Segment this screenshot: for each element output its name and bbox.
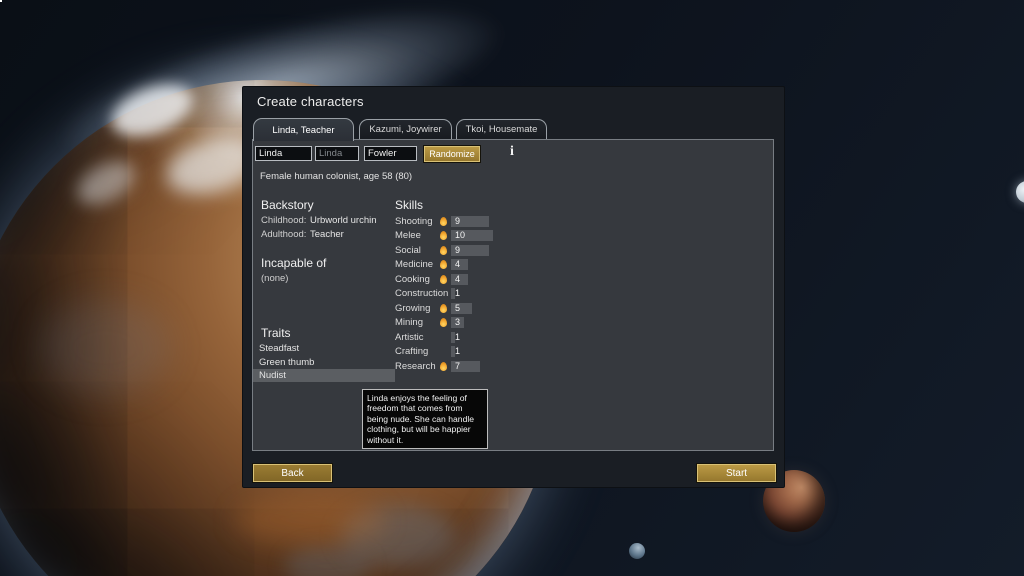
skill-bar: 7	[451, 360, 537, 372]
skill-level: 7	[455, 360, 461, 371]
skill-bar: 3	[451, 317, 537, 329]
skill-level: 5	[455, 302, 461, 313]
skill-label: Artistic	[395, 331, 424, 343]
incapable-value: (none)	[261, 273, 289, 284]
skill-row[interactable]: Crafting 1	[395, 345, 537, 360]
skill-level: 3	[455, 317, 461, 328]
passion-flame-icon	[440, 303, 447, 313]
backstory-row: Adulthood: Teacher	[261, 229, 411, 240]
skill-level: 1	[455, 331, 461, 342]
passion-flame-icon	[440, 361, 447, 371]
randomize-button[interactable]: Randomize	[424, 146, 480, 162]
trait-tooltip: Linda enjoys the feeling of freedom that…	[362, 389, 488, 450]
skill-level: 4	[455, 273, 461, 284]
skill-level: 1	[455, 346, 461, 357]
skill-label: Social	[395, 244, 421, 256]
last-name-input[interactable]	[364, 146, 417, 161]
trait-item[interactable]: Steadfast	[253, 342, 395, 355]
skill-label: Growing	[395, 302, 431, 314]
passion-flame-icon	[440, 260, 447, 270]
tab-tkoi[interactable]: Tkoi, Housemate	[456, 119, 547, 139]
create-characters-dialog: Create characters Linda, Teacher Kazumi, …	[242, 86, 785, 488]
info-icon[interactable]: i	[506, 144, 518, 160]
passion-flame-icon	[440, 216, 447, 226]
skill-level: 1	[455, 288, 461, 299]
passion-flame-icon	[440, 245, 447, 255]
backstory-label: Childhood:	[261, 215, 307, 226]
backstory-heading: Backstory	[261, 198, 314, 212]
skill-level: 10	[455, 230, 466, 241]
skill-row[interactable]: Cooking 4	[395, 272, 537, 287]
planet-surface-patch	[235, 495, 385, 545]
skill-row[interactable]: Growing 5	[395, 301, 537, 316]
skill-bar: 4	[451, 259, 537, 271]
skill-bar: 4	[451, 273, 537, 285]
skill-row[interactable]: Research 7	[395, 359, 537, 374]
skill-row[interactable]: Mining 3	[395, 316, 537, 331]
colonist-description: Female human colonist, age 58 (80)	[260, 171, 413, 182]
character-panel: Randomize i Female human colonist, age 5…	[252, 139, 774, 451]
skill-label: Mining	[395, 317, 423, 329]
skill-row[interactable]: Medicine 4	[395, 258, 537, 273]
incapable-heading: Incapable of	[261, 256, 327, 270]
skill-label: Shooting	[395, 215, 433, 227]
dialog-title: Create characters	[257, 94, 364, 109]
skill-level: 4	[455, 259, 461, 270]
skill-bar: 1	[451, 331, 537, 343]
nickname-input[interactable]	[315, 146, 359, 161]
skill-bar: 10	[451, 230, 537, 242]
skill-bar: 9	[451, 215, 537, 227]
skill-row[interactable]: Melee 10	[395, 229, 537, 244]
backstory-value: Teacher	[310, 229, 344, 240]
skill-row[interactable]: Shooting 9	[395, 214, 537, 229]
blue-moon	[629, 543, 645, 559]
backstory-value: Urbworld urchin	[310, 215, 377, 226]
skill-label: Research	[395, 360, 436, 372]
skill-label: Construction	[395, 288, 449, 300]
start-button[interactable]: Start	[697, 464, 776, 482]
skill-label: Medicine	[395, 259, 434, 271]
skill-row[interactable]: Social 9	[395, 243, 537, 258]
skill-row[interactable]: Construction 1	[395, 287, 537, 302]
tab-kazumi[interactable]: Kazumi, Joywirer	[359, 119, 452, 139]
planet-surface-patch	[40, 300, 170, 395]
skill-label: Cooking	[395, 273, 430, 285]
skill-bar: 9	[451, 244, 537, 256]
space-background: Create characters Linda, Teacher Kazumi, …	[0, 0, 1024, 576]
back-button[interactable]: Back	[253, 464, 332, 482]
skill-label: Crafting	[395, 346, 429, 358]
backstory-row: Childhood: Urbworld urchin	[261, 215, 411, 226]
skill-label: Melee	[395, 230, 421, 242]
trait-item[interactable]: Nudist	[253, 369, 395, 382]
trait-item[interactable]: Green thumb	[253, 356, 395, 369]
skills-heading: Skills	[395, 198, 424, 212]
traits-heading: Traits	[261, 326, 291, 340]
skills-list: Shooting 9 Melee 10 Social 9 Medicine 4 Cooking 4…	[395, 214, 537, 374]
skill-bar: 1	[451, 346, 537, 358]
backstory-label: Adulthood:	[261, 229, 307, 240]
passion-flame-icon	[440, 318, 447, 328]
skill-bar: 1	[451, 288, 537, 300]
skill-row[interactable]: Artistic 1	[395, 330, 537, 345]
skill-level: 9	[455, 215, 461, 226]
skill-level: 9	[455, 244, 461, 255]
white-moon	[1016, 181, 1024, 203]
first-name-input[interactable]	[255, 146, 312, 161]
passion-flame-icon	[440, 274, 447, 284]
tab-linda[interactable]: Linda, Teacher	[253, 118, 354, 141]
passion-flame-icon	[440, 231, 447, 241]
skill-bar: 5	[451, 302, 537, 314]
